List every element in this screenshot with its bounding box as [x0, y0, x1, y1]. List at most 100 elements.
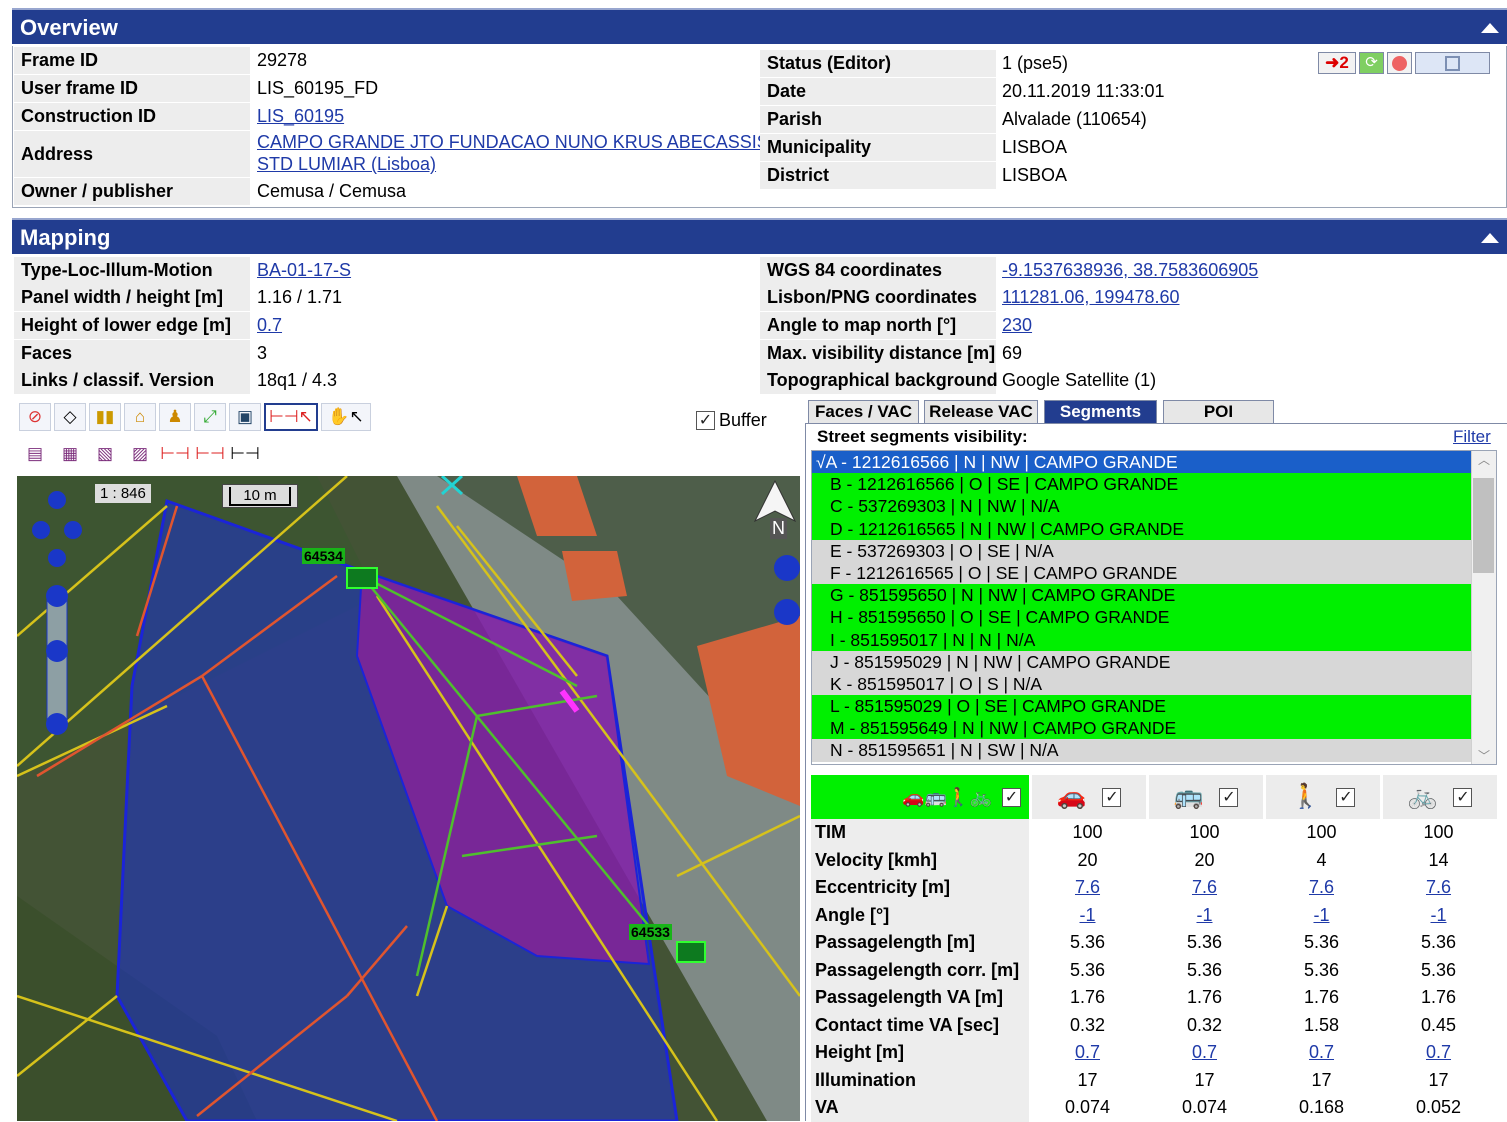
metric-value-link[interactable]: 0.7 [1146, 1039, 1263, 1067]
pan-right-control[interactable] [64, 521, 82, 539]
overview-action-icons: ➜2 ⟳ [1318, 52, 1490, 74]
metric-value-link[interactable]: 7.6 [1263, 874, 1380, 902]
frame-id-label: Frame ID [14, 47, 250, 74]
collapse-arrow-icon[interactable] [1481, 23, 1499, 33]
add-control[interactable] [774, 599, 800, 625]
expand-icon: ⤢ [203, 407, 217, 426]
segment-item[interactable]: G - 851595650 | N | NW | CAMPO GRANDE [812, 584, 1496, 607]
map-view[interactable]: 1 : 846 10 m N 64534 64533 [17, 476, 800, 1121]
bicycle-checkbox[interactable]: ✓ [1453, 787, 1473, 807]
all-modes-checkbox[interactable]: ✓ [1002, 787, 1021, 807]
zoom-out-control[interactable] [46, 713, 68, 735]
person-tool-button[interactable]: ♟ [159, 403, 191, 431]
type-link[interactable]: BA-01-17-S [253, 257, 351, 284]
segment-item[interactable]: J - 851595029 | N | NW | CAMPO GRANDE [812, 650, 1496, 673]
mapping-header[interactable]: Mapping [12, 218, 1507, 254]
angle-north-link[interactable]: 230 [998, 312, 1032, 339]
panel-marker-64534[interactable] [346, 567, 378, 589]
filter-link[interactable]: Filter [1453, 427, 1491, 447]
hand-pointer-icon: ✋↖ [328, 407, 364, 426]
overview-header[interactable]: Overview [12, 8, 1507, 44]
panel-c-tool-button[interactable]: ▧ [89, 440, 121, 468]
zoom-mid-control[interactable] [46, 640, 68, 662]
pedestrian-checkbox[interactable]: ✓ [1336, 787, 1356, 807]
next-arrow-button[interactable]: ➜2 [1318, 52, 1356, 74]
bus-checkbox[interactable]: ✓ [1219, 787, 1239, 807]
stop-button[interactable] [1387, 52, 1412, 74]
wgs84-link[interactable]: -9.1537638936, 38.7583606905 [998, 257, 1258, 284]
metric-value-link[interactable]: -1 [1263, 902, 1380, 930]
metric-value-link[interactable]: -1 [1029, 902, 1146, 930]
pan-left-control[interactable] [32, 521, 50, 539]
window-tool-button[interactable]: ▣ [229, 403, 261, 431]
panel-marker-64533[interactable] [676, 941, 706, 963]
segment-item[interactable]: N - 851595651 | N | SW | N/A [812, 739, 1496, 762]
car-checkbox[interactable]: ✓ [1102, 787, 1122, 807]
metric-label: Passagelength corr. [m] [811, 956, 1029, 984]
segment-item[interactable]: L - 851595029 | O | SE | CAMPO GRANDE [812, 695, 1496, 718]
refresh-button[interactable]: ⟳ [1359, 52, 1384, 74]
metric-value-link[interactable]: 0.7 [1029, 1039, 1146, 1067]
address-link-line1[interactable]: CAMPO GRANDE JTO FUNDACAO NUNO KRUS ABEC… [253, 130, 769, 154]
panel-d-tool-button[interactable]: ▨ [124, 440, 156, 468]
scroll-up-icon[interactable]: ︿ [1472, 451, 1496, 468]
metric-value-link[interactable]: 0.7 [1263, 1039, 1380, 1067]
pan-down-control[interactable] [48, 549, 66, 567]
chart-tool-button[interactable]: ▮▮ [89, 403, 121, 431]
lisbon-png-link[interactable]: 111281.06, 199478.60 [998, 284, 1180, 311]
zoom-in-control[interactable] [46, 585, 68, 607]
all-modes-header[interactable]: 🚗🚌🚶🚲 ✓ [811, 775, 1029, 819]
segment-item[interactable]: K - 851595017 | O | S | N/A [812, 672, 1496, 696]
segment-item[interactable]: M - 851595649 | N | NW | CAMPO GRANDE [812, 717, 1496, 740]
pan-up-control[interactable] [48, 491, 66, 509]
save-button[interactable] [1415, 52, 1490, 74]
delete-tool-button[interactable]: ⊘ [19, 403, 51, 431]
measure-red-a-button[interactable]: ⊢⊣ [159, 440, 191, 468]
buffer-check-icon: ✓ [696, 411, 715, 430]
segment-item[interactable]: E - 537269303 | O | SE | N/A [812, 539, 1496, 562]
scroll-thumb[interactable] [1473, 478, 1494, 573]
collapse-arrow-icon[interactable] [1481, 233, 1499, 243]
tab-faces-vac[interactable]: Faces / VAC [808, 400, 919, 424]
measure-select-tool-button[interactable]: ⊢⊣↖ [264, 403, 318, 431]
metric-value-link[interactable]: -1 [1146, 902, 1263, 930]
house-icon: ⌂ [134, 407, 146, 426]
segment-item[interactable]: B - 1212616566 | O | SE | CAMPO GRANDE [812, 473, 1496, 496]
metric-value-link[interactable]: 0.7 [1380, 1039, 1497, 1067]
fullscreen-tool-button[interactable]: ⤢ [194, 403, 226, 431]
metric-row: Eccentricity [m] 7.6 7.6 7.6 7.6 [811, 874, 1497, 902]
pan-tool-button[interactable]: ✋↖ [321, 403, 371, 431]
metric-value-link[interactable]: 7.6 [1380, 874, 1497, 902]
metric-row: Illumination 17 17 17 17 [811, 1066, 1497, 1094]
panel-b-tool-button[interactable]: ▦ [54, 440, 86, 468]
metric-value-link[interactable]: 7.6 [1146, 874, 1263, 902]
address-link-line2[interactable]: STD LUMIAR (Lisboa) [253, 152, 436, 176]
tab-segments[interactable]: Segments [1044, 400, 1157, 424]
bicycle-icon: 🚲 [1407, 783, 1438, 810]
construction-id-link[interactable]: LIS_60195 [253, 103, 344, 130]
segment-item[interactable]: C - 537269303 | N | NW | N/A [812, 495, 1496, 518]
scroll-down-icon[interactable]: ﹀ [1472, 747, 1496, 764]
height-lower-edge-link[interactable]: 0.7 [253, 312, 282, 339]
segments-scrollbar[interactable]: ︿ ﹀ [1471, 451, 1496, 764]
metric-value-link[interactable]: -1 [1380, 902, 1497, 930]
home-tool-button[interactable]: ⌂ [124, 403, 156, 431]
layers-control[interactable] [774, 555, 800, 581]
eraser-tool-button[interactable]: ◇ [54, 403, 86, 431]
buffer-checkbox[interactable]: ✓ Buffer [696, 410, 767, 431]
metric-value: 14 [1428, 849, 1449, 870]
metric-value-link[interactable]: 7.6 [1029, 874, 1146, 902]
tab-release-vac[interactable]: Release VAC [924, 400, 1038, 424]
segment-item[interactable]: H - 851595650 | O | SE | CAMPO GRANDE [812, 606, 1496, 629]
segment-item[interactable]: F - 1212616565 | O | SE | CAMPO GRANDE [812, 561, 1496, 585]
segment-item[interactable]: I - 851595017 | N | N | N/A [812, 628, 1496, 651]
tab-poi[interactable]: POI [1163, 400, 1274, 424]
panel-label-64533: 64533 [629, 924, 672, 940]
measure-red-b-button[interactable]: ⊢⊣ [194, 440, 226, 468]
overview-title: Overview [20, 15, 118, 40]
segment-item[interactable]: √A - 1212616566 | N | NW | CAMPO GRANDE [812, 451, 1496, 474]
measure-black-button[interactable]: ⊢⊣ [229, 440, 261, 468]
panel-a-tool-button[interactable]: ▤ [19, 440, 51, 468]
segments-list[interactable]: √A - 1212616566 | N | NW | CAMPO GRANDE B… [811, 450, 1497, 765]
segment-item[interactable]: D - 1212616565 | N | NW | CAMPO GRANDE [812, 517, 1496, 540]
